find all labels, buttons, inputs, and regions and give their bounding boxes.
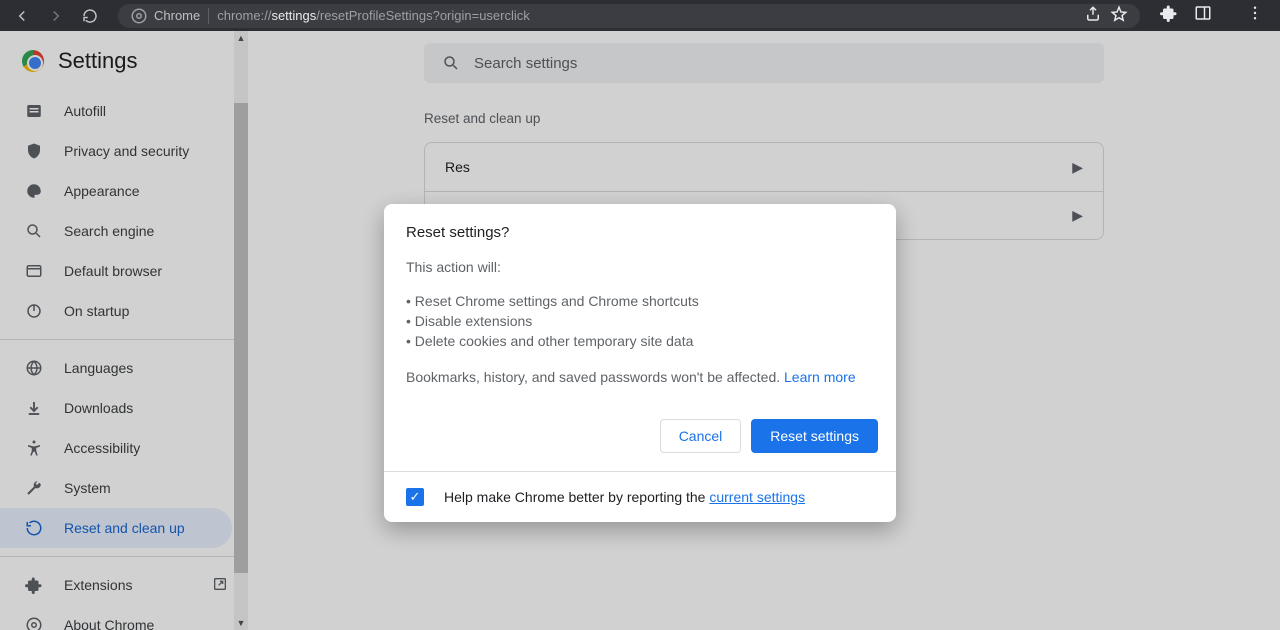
browser-icon: [24, 262, 44, 280]
sidebar-item-system[interactable]: System: [0, 468, 232, 508]
sidebar-item-label: On startup: [64, 303, 129, 319]
scrollbar-up-icon[interactable]: ▲: [234, 31, 248, 45]
scrollbar-thumb[interactable]: [234, 103, 248, 573]
sidebar-item-label: Reset and clean up: [64, 520, 185, 536]
search-placeholder: Search settings: [474, 55, 577, 72]
settings-page: Settings Autofill Privacy and security A…: [0, 31, 1280, 630]
learn-more-link[interactable]: Learn more: [784, 369, 856, 385]
report-settings-row: ✓ Help make Chrome better by reporting t…: [384, 472, 896, 522]
row-label: Res: [445, 159, 470, 175]
browser-toolbar: Chrome chrome://settings/resetProfileSet…: [0, 0, 1280, 31]
chrome-icon: [130, 7, 148, 25]
sidebar-item-label: Extensions: [64, 577, 132, 593]
sidebar-item-privacy[interactable]: Privacy and security: [0, 131, 232, 171]
sidebar-item-accessibility[interactable]: Accessibility: [0, 428, 232, 468]
sidebar-divider: [0, 556, 248, 557]
dialog-bullet: • Delete cookies and other temporary sit…: [406, 331, 874, 351]
page-title-row: Settings: [0, 31, 248, 91]
sidebar-item-languages[interactable]: Languages: [0, 348, 232, 388]
sidebar-divider: [0, 339, 248, 340]
dialog-bullet-list: • Reset Chrome settings and Chrome short…: [406, 291, 874, 351]
sidebar-item-label: About Chrome: [64, 617, 154, 630]
wrench-icon: [24, 479, 44, 497]
sidebar-item-reset[interactable]: Reset and clean up: [0, 508, 232, 548]
sidebar-item-startup[interactable]: On startup: [0, 291, 232, 331]
sidebar-item-label: Languages: [64, 360, 133, 376]
sidebar-item-label: Privacy and security: [64, 143, 189, 159]
chrome-outline-icon: [24, 616, 44, 630]
search-input[interactable]: Search settings: [424, 43, 1104, 83]
dialog-intro: This action will:: [406, 259, 874, 275]
globe-icon: [24, 359, 44, 377]
sidebar-scrollbar[interactable]: ▲ ▼: [234, 31, 248, 630]
sidebar-item-appearance[interactable]: Appearance: [0, 171, 232, 211]
sidebar-item-downloads[interactable]: Downloads: [0, 388, 232, 428]
sidebar-item-search[interactable]: Search engine: [0, 211, 232, 251]
dialog-bullet: • Reset Chrome settings and Chrome short…: [406, 291, 874, 311]
external-link-icon: [212, 576, 228, 595]
scrollbar-down-icon[interactable]: ▼: [234, 616, 248, 630]
section-title: Reset and clean up: [424, 111, 1104, 126]
sidebar-item-label: Downloads: [64, 400, 133, 416]
toolbar-right: [1160, 4, 1264, 27]
url-text: chrome://settings/resetProfileSettings?o…: [217, 8, 530, 23]
restore-icon: [24, 519, 44, 537]
chevron-right-icon: ▶: [1072, 207, 1083, 224]
address-bar[interactable]: Chrome chrome://settings/resetProfileSet…: [118, 4, 1140, 28]
sidebar-item-autofill[interactable]: Autofill: [0, 91, 232, 131]
sidebar-item-label: System: [64, 480, 111, 496]
dialog-bullet: • Disable extensions: [406, 311, 874, 331]
dialog-title: Reset settings?: [406, 224, 874, 241]
sidebar-item-label: Default browser: [64, 263, 162, 279]
current-settings-link[interactable]: current settings: [709, 489, 805, 505]
address-separator: [208, 8, 209, 24]
chrome-origin-label: Chrome: [154, 8, 200, 23]
report-label: Help make Chrome better by reporting the…: [444, 489, 805, 505]
sidebar-item-about[interactable]: About Chrome: [0, 605, 232, 630]
chrome-logo-icon: [22, 50, 44, 72]
bookmark-icon[interactable]: [1110, 5, 1128, 26]
menu-button[interactable]: [1246, 4, 1264, 27]
sidebar-item-label: Appearance: [64, 183, 140, 199]
extensions-icon: [24, 576, 44, 594]
panel-icon[interactable]: [1194, 4, 1212, 27]
sidebar-item-label: Autofill: [64, 103, 106, 119]
dialog-keep-text: Bookmarks, history, and saved passwords …: [406, 367, 874, 387]
chrome-origin-badge: Chrome: [130, 7, 200, 25]
forward-button[interactable]: [44, 4, 68, 28]
palette-icon: [24, 182, 44, 200]
chevron-right-icon: ▶: [1072, 159, 1083, 176]
shield-icon: [24, 142, 44, 160]
search-icon: [442, 54, 460, 72]
sidebar-item-label: Search engine: [64, 223, 154, 239]
dialog-footer: Cancel Reset settings: [384, 405, 896, 471]
sidebar-item-extensions[interactable]: Extensions: [0, 565, 232, 605]
sidebar: Settings Autofill Privacy and security A…: [0, 31, 248, 630]
download-icon: [24, 399, 44, 417]
back-button[interactable]: [10, 4, 34, 28]
reset-settings-button[interactable]: Reset settings: [751, 419, 878, 453]
sidebar-item-label: Accessibility: [64, 440, 140, 456]
autofill-icon: [24, 102, 44, 120]
cancel-button[interactable]: Cancel: [660, 419, 742, 453]
extensions-icon[interactable]: [1160, 4, 1178, 27]
share-icon[interactable]: [1084, 5, 1102, 26]
reload-button[interactable]: [78, 4, 102, 28]
report-checkbox[interactable]: ✓: [406, 488, 424, 506]
page-title: Settings: [58, 48, 138, 74]
restore-settings-row[interactable]: Res ▶: [425, 143, 1103, 191]
power-icon: [24, 302, 44, 320]
reset-settings-dialog: Reset settings? This action will: • Rese…: [384, 204, 896, 522]
accessibility-icon: [24, 439, 44, 457]
search-icon: [24, 222, 44, 240]
sidebar-item-browser[interactable]: Default browser: [0, 251, 232, 291]
